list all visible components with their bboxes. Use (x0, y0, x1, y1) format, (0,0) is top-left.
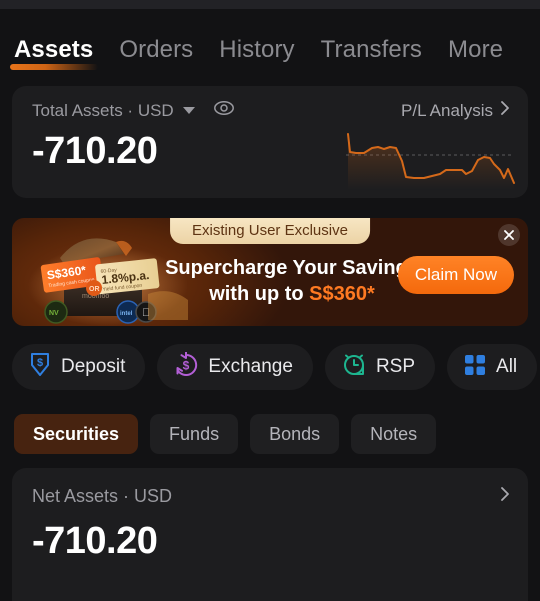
active-tab-underline (10, 63, 98, 70)
action-exchange[interactable]: $ Exchange (157, 344, 313, 390)
asset-category-filter: Securities Funds Bonds Notes (14, 414, 534, 454)
promo-headline: Supercharge Your Savings with up to S$36… (162, 255, 422, 307)
promo-headline-prefix: with up to (209, 283, 310, 305)
svg-text:$: $ (183, 358, 190, 372)
svg-text:OR: OR (89, 286, 100, 293)
grid-apps-icon (463, 353, 487, 382)
action-rsp[interactable]: RSP (324, 344, 436, 390)
tab-orders[interactable]: Orders (119, 36, 193, 67)
promo-badge: Existing User Exclusive (170, 218, 370, 244)
tab-orders-label: Orders (119, 35, 194, 63)
total-assets-card: Total Assets · USD P/L Analysis -710.20 (12, 86, 528, 198)
pl-analysis-label: P/L Analysis (401, 100, 493, 120)
app-root: Assets Orders History Transfers More Tot… (0, 0, 540, 601)
claim-now-button[interactable]: Claim Now (397, 256, 514, 294)
total-assets-label: Total Assets · USD (32, 100, 174, 120)
tab-assets-label: Assets (14, 35, 94, 63)
pl-analysis-link[interactable]: P/L Analysis (401, 100, 510, 121)
promo-headline-line1: Supercharge Your Savings (165, 257, 419, 279)
net-assets-card[interactable]: Net Assets · USD -710.20 (12, 468, 528, 601)
status-bar (0, 0, 540, 9)
tab-assets[interactable]: Assets (10, 35, 98, 70)
total-assets-header: Total Assets · USD P/L Analysis (32, 100, 510, 121)
net-assets-value: -710.20 (32, 520, 158, 562)
promo-amount: S$360* (309, 283, 375, 305)
deposit-arrow-icon: $ (28, 352, 52, 383)
promo-banner[interactable]: moomoo S$360* Trading cash coupon 60-Day… (12, 218, 528, 326)
chevron-down-icon (182, 107, 195, 114)
top-tab-bar: Assets Orders History Transfers More (0, 28, 540, 74)
tab-transfers-label: Transfers (320, 35, 423, 63)
currency-exchange-icon: $ (173, 351, 199, 383)
alarm-clock-icon (341, 352, 367, 383)
tab-more[interactable]: More (448, 36, 503, 67)
category-funds[interactable]: Funds (150, 414, 239, 454)
svg-text:NV: NV (49, 310, 59, 317)
action-all-label: All (496, 356, 518, 377)
action-rsp-label: RSP (375, 356, 416, 377)
tab-more-label: More (448, 35, 504, 63)
action-deposit-label: Deposit (61, 356, 126, 377)
tab-history-label: History (219, 35, 295, 63)
pl-sparkline-chart[interactable] (342, 128, 518, 195)
chevron-right-icon (500, 100, 510, 121)
category-notes[interactable]: Notes (351, 414, 437, 454)
chevron-right-icon[interactable] (500, 486, 510, 507)
tab-transfers[interactable]: Transfers (321, 36, 422, 67)
action-all[interactable]: All (447, 344, 538, 390)
action-deposit[interactable]: $ Deposit (12, 344, 146, 390)
action-exchange-label: Exchange (208, 356, 293, 377)
quick-actions-row: $ Deposit $ Exchange RSP All (12, 344, 540, 390)
total-assets-value: -710.20 (32, 130, 158, 172)
category-bonds[interactable]: Bonds (250, 414, 340, 454)
close-icon[interactable] (498, 224, 520, 246)
eye-icon[interactable] (213, 100, 235, 121)
net-assets-label: Net Assets · USD (32, 486, 173, 506)
svg-text:$: $ (37, 357, 43, 369)
svg-text:intel: intel (120, 311, 133, 317)
total-assets-selector[interactable]: Total Assets · USD (32, 100, 235, 121)
tab-history[interactable]: History (219, 36, 294, 67)
category-securities[interactable]: Securities (14, 414, 139, 454)
net-assets-header: Net Assets · USD (32, 486, 510, 507)
